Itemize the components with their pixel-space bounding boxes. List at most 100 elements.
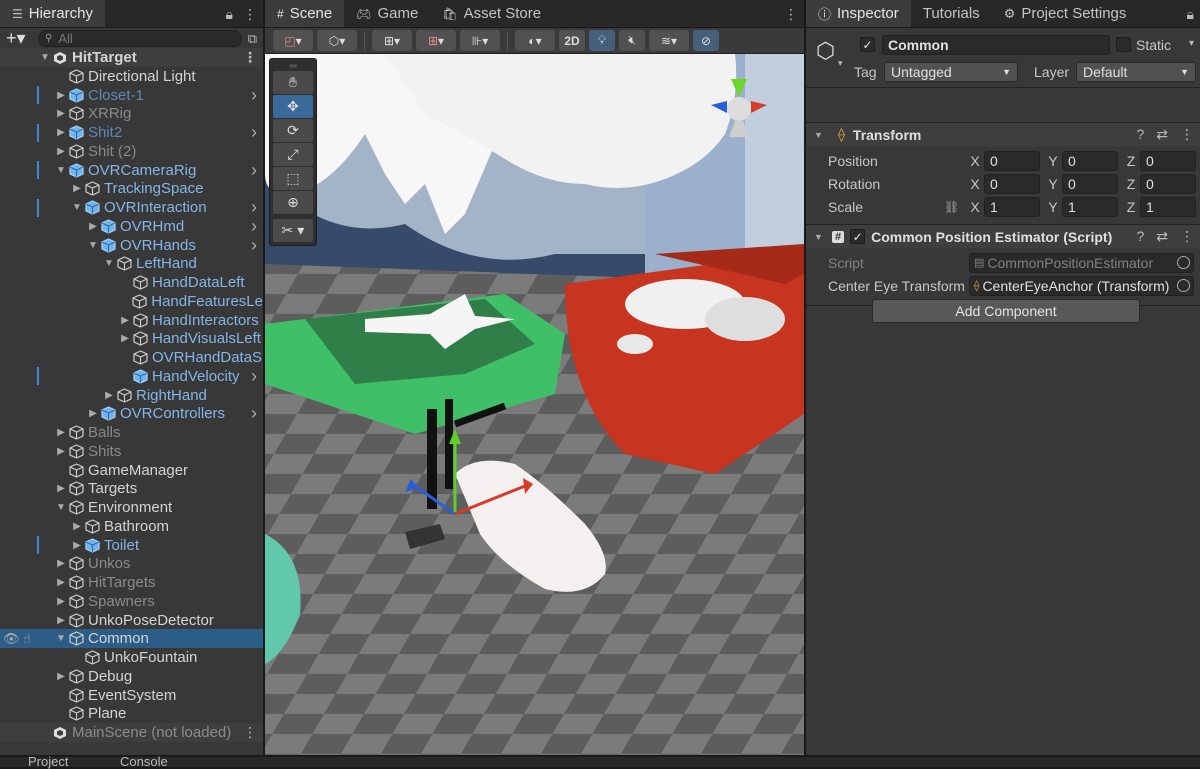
hierarchy-row[interactable]: UnkoFountain — [0, 648, 263, 667]
expand-arrow-right-icon[interactable]: ▶ — [54, 427, 68, 438]
expand-arrow-right-icon[interactable]: ▶ — [54, 596, 68, 607]
hierarchy-row[interactable]: ▶ Bathroom — [0, 517, 263, 536]
more-menu-icon[interactable]: ⋮ — [1180, 126, 1194, 143]
effects-dropdown[interactable]: ≋ ▾ — [649, 30, 689, 51]
hierarchy-row[interactable]: ▶ Shits — [0, 442, 263, 461]
scale-y-field[interactable]: 1 — [1062, 196, 1118, 217]
grid-snap-dropdown[interactable]: ⊞ ▾ — [416, 30, 456, 51]
expand-arrow-right-icon[interactable]: ▶ — [54, 146, 68, 157]
tag-dropdown[interactable]: Untagged ▼ — [884, 62, 1018, 82]
hierarchy-row[interactable]: ▼ LeftHand — [0, 254, 263, 273]
hierarchy-row[interactable]: ▶ HandInteractors — [0, 311, 263, 330]
hierarchy-row[interactable]: ▶ Debug — [0, 667, 263, 686]
scene-viewport[interactable]: ═ ✋︎ ✥ ⟳ ⤢ ⬚ ⊕ ✂︎ ▾ — [265, 54, 804, 755]
expand-arrow-down-icon[interactable]: ▼ — [38, 52, 52, 63]
expand-arrow-right-icon[interactable]: ▶ — [54, 671, 68, 682]
position-y-field[interactable]: 0 — [1062, 150, 1118, 171]
scale-z-field[interactable]: 1 — [1140, 196, 1196, 217]
toggle-2d-button[interactable]: 2D — [559, 30, 585, 51]
expand-arrow-right-icon[interactable]: ▶ — [70, 521, 84, 532]
expand-arrow-right-icon[interactable]: ▶ — [70, 540, 84, 551]
custom-tools-dropdown[interactable]: ✂︎ ▾ — [273, 219, 313, 242]
presets-icon[interactable]: ⇄ — [1156, 228, 1168, 245]
hierarchy-row[interactable]: ▶ Unkos — [0, 554, 263, 573]
hierarchy-row[interactable]: GameManager — [0, 461, 263, 480]
hierarchy-row[interactable]: ▼ HitTarget ⋮ — [0, 48, 263, 67]
expand-arrow-right-icon[interactable]: ▶ — [86, 221, 100, 232]
hierarchy-row[interactable]: ▶ Balls — [0, 423, 263, 442]
transform-component-header[interactable]: ▼ ⟠ Transform ? ⇄ ⋮ — [806, 122, 1200, 146]
tab-scene[interactable]: # Scene — [265, 0, 345, 27]
hierarchy-row[interactable]: ▶ Spawners — [0, 592, 263, 611]
rotate-tool-button[interactable]: ⟳ — [273, 119, 313, 142]
foldout-arrow[interactable]: ▼ — [814, 130, 830, 140]
hierarchy-row[interactable]: ▼ Environment — [0, 498, 263, 517]
expand-arrow-right-icon[interactable]: ▶ — [54, 615, 68, 626]
static-dropdown-arrow[interactable]: ▾ — [1189, 38, 1194, 49]
presets-icon[interactable]: ⇄ — [1156, 126, 1168, 143]
hierarchy-row[interactable]: ▼ OVRHands › — [0, 235, 263, 255]
more-menu-icon[interactable]: ⋮ — [784, 6, 798, 23]
hierarchy-row[interactable]: ▶ TrackingSpace — [0, 179, 263, 198]
render-mode-dropdown[interactable]: ⬡ ▾ — [317, 30, 357, 51]
constrain-proportions-icon[interactable]: ⛓︎ — [944, 200, 959, 214]
expand-arrow-right-icon[interactable]: ▶ — [54, 90, 68, 101]
hierarchy-row[interactable]: ▶ Toilet — [0, 536, 263, 555]
expand-arrow-down-icon[interactable]: ▼ — [86, 240, 100, 251]
shading-dropdown[interactable]: ◐ ▾ — [515, 30, 555, 51]
more-menu-icon[interactable]: ⋮ — [1180, 228, 1194, 245]
expand-arrow-right-icon[interactable]: ▶ — [102, 390, 116, 401]
expand-arrow-right-icon[interactable]: ▶ — [54, 108, 68, 119]
tab-inspector[interactable]: ⓘ Inspector — [806, 0, 911, 27]
scale-tool-button[interactable]: ⤢ — [273, 143, 313, 166]
hierarchy-row[interactable]: ▼ OVRInteraction › — [0, 197, 263, 217]
visibility-toggle-button[interactable]: ⊘ — [693, 30, 719, 51]
hierarchy-row[interactable]: ▶ OVRControllers › — [0, 403, 263, 423]
hierarchy-row[interactable]: Plane — [0, 704, 263, 723]
snap-dropdown[interactable]: ⊞ ▾ — [372, 30, 412, 51]
script-component-header[interactable]: ▼ # ✓ Common Position Estimator (Script)… — [806, 224, 1200, 248]
prefab-open-chevron-icon[interactable]: › — [251, 366, 257, 387]
hierarchy-row[interactable]: ▶ OVRHmd › — [0, 216, 263, 236]
expand-arrow-right-icon[interactable]: ▶ — [86, 408, 100, 419]
hierarchy-row[interactable]: ▶ HitTargets — [0, 573, 263, 592]
hierarchy-row[interactable]: ▶ XRRig — [0, 104, 263, 123]
tab-game[interactable]: 🎮︎ Game — [344, 0, 430, 27]
expand-arrow-down-icon[interactable]: ▼ — [102, 258, 116, 269]
prefab-open-chevron-icon[interactable]: › — [251, 85, 257, 106]
scale-x-field[interactable]: 1 — [984, 196, 1040, 217]
more-menu-icon[interactable]: ⋮ — [243, 49, 257, 66]
hierarchy-row[interactable]: ▶ Shit (2) — [0, 142, 263, 161]
audio-toggle-button[interactable]: 🔇︎ — [619, 30, 645, 51]
expand-arrow-right-icon[interactable]: ▶ — [70, 183, 84, 194]
icon-dropdown-arrow[interactable]: ▾ — [838, 58, 843, 69]
expand-arrow-right-icon[interactable]: ▶ — [118, 333, 132, 344]
expand-arrow-right-icon[interactable]: ▶ — [54, 127, 68, 138]
lock-icon[interactable]: 🔒︎ — [1187, 6, 1194, 23]
palette-drag-handle[interactable]: ═ — [273, 61, 313, 72]
hierarchy-row[interactable]: ▶ Targets — [0, 479, 263, 498]
static-checkbox[interactable] — [1116, 37, 1131, 52]
tab-asset-store[interactable]: 🛍︎ Asset Store — [430, 0, 553, 27]
rotation-y-field[interactable]: 0 — [1062, 173, 1118, 194]
scene-visibility-icon[interactable]: ⧉ — [248, 31, 257, 47]
hierarchy-row[interactable]: ▶ Closet-1 › — [0, 85, 263, 106]
draw-mode-dropdown[interactable]: ◰ ▾ — [273, 30, 313, 51]
expand-arrow-right-icon[interactable]: ▶ — [54, 558, 68, 569]
script-enabled-checkbox[interactable]: ✓ — [850, 229, 866, 244]
hierarchy-row[interactable]: OVRHandDataS — [0, 348, 263, 367]
foldout-arrow[interactable]: ▼ — [814, 232, 830, 242]
hierarchy-row[interactable]: HandVelocity › — [0, 366, 263, 387]
expand-arrow-right-icon[interactable]: ▶ — [118, 315, 132, 326]
hand-tool-button[interactable]: ✋︎ — [273, 71, 313, 94]
prefab-open-chevron-icon[interactable]: › — [251, 160, 257, 181]
hierarchy-row[interactable]: HandFeaturesLe — [0, 292, 263, 311]
hierarchy-row[interactable]: EventSystem — [0, 686, 263, 705]
position-x-field[interactable]: 0 — [984, 150, 1040, 171]
hierarchy-search-input[interactable]: ⚲ All — [38, 30, 242, 47]
create-add-button[interactable]: +▾ — [6, 28, 32, 49]
object-picker-icon[interactable] — [1177, 279, 1190, 292]
expand-arrow-down-icon[interactable]: ▼ — [54, 633, 68, 644]
more-menu-icon[interactable]: ⋮ — [243, 724, 257, 741]
expand-arrow-right-icon[interactable]: ▶ — [54, 577, 68, 588]
